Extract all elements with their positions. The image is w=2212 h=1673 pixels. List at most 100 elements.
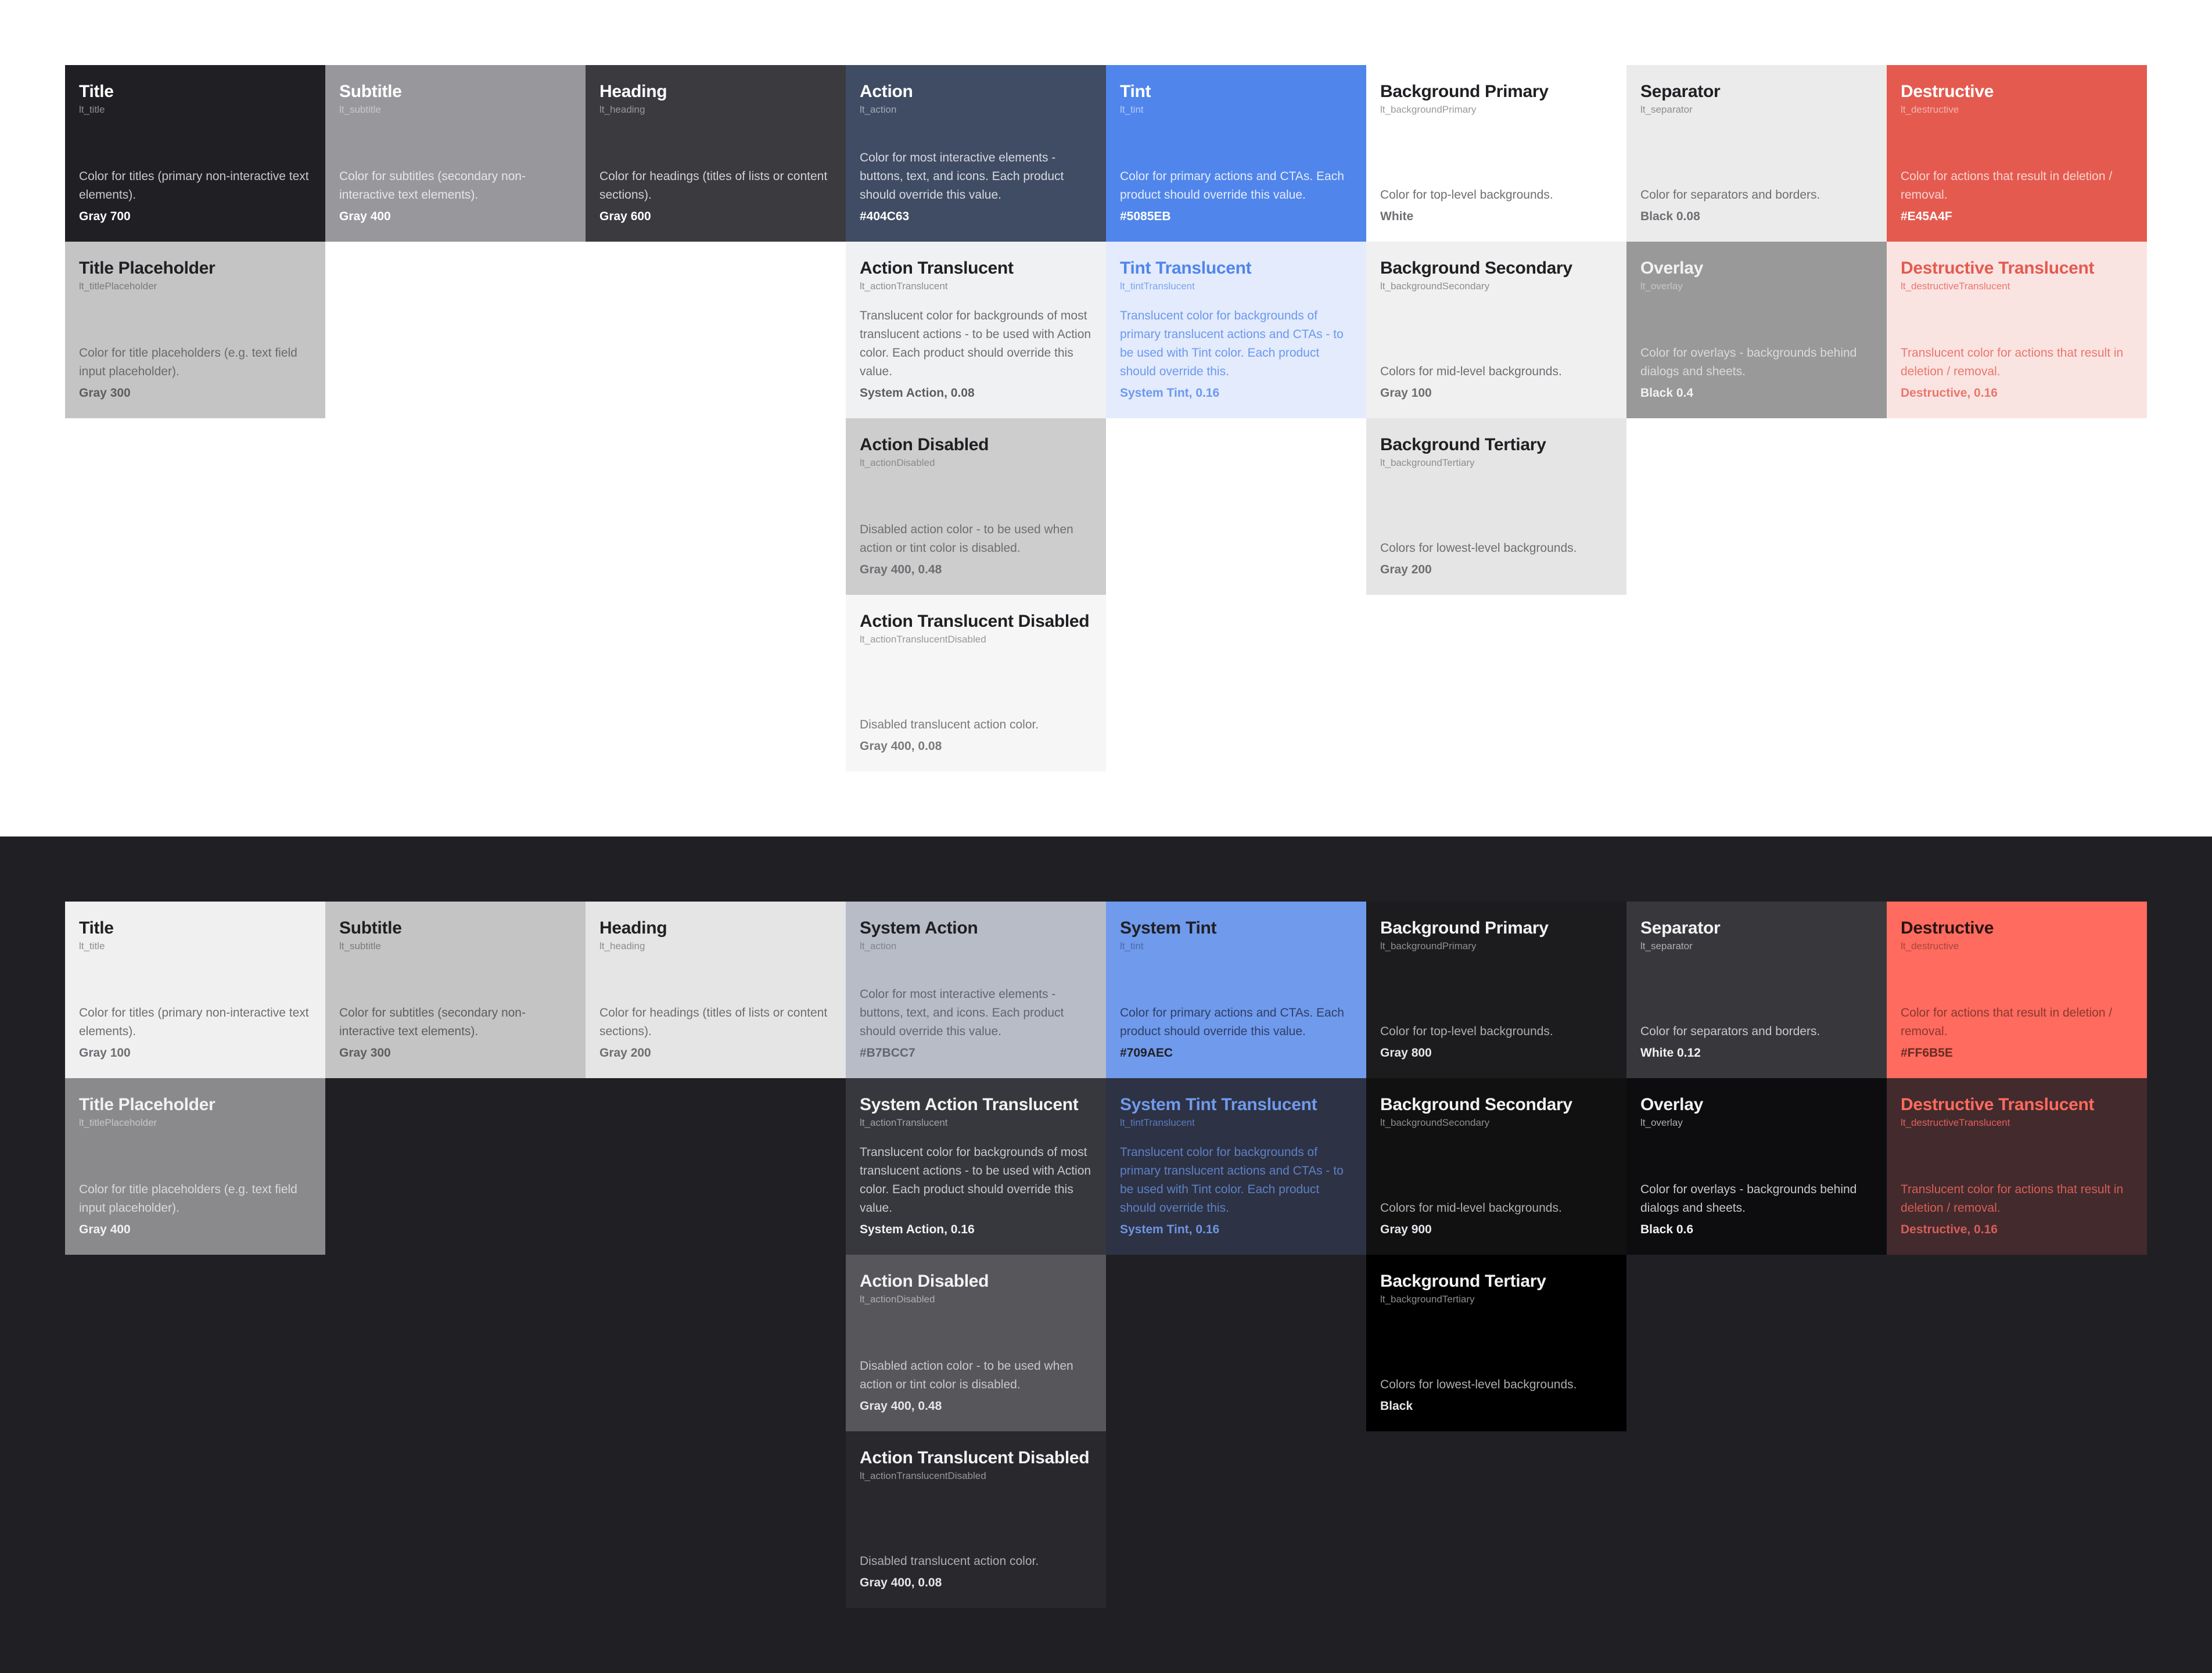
swatch-description: Color for headings (titles of lists or c… [599,1006,828,1038]
swatch-value: Gray 100 [1380,386,1432,400]
swatch-name: Separator [1640,82,1721,101]
swatch-name: Separator [1640,918,1721,938]
swatch-name: Overlay [1640,259,1703,278]
color-swatch-action-disabled: Action Disabled lt_actionDisabled Disabl… [846,418,1106,595]
color-swatch-heading: Heading lt_heading Color for headings (t… [586,902,846,1078]
swatch-spacer [599,116,832,167]
swatch-description: Colors for mid-level backgrounds. [1380,365,1562,378]
swatch-spacer [860,646,1092,716]
swatch-name: Destructive [1901,918,1994,938]
swatch-token-name: lt_backgroundTertiary [1380,1294,1475,1305]
swatch-description: Translucent color for actions that resul… [1901,1183,2124,1215]
swatch-value: Black [1380,1399,1413,1413]
swatch-spacer [79,293,311,344]
swatch-spacer [1380,953,1613,1022]
color-swatch-action-translucent-disabled: Action Translucent Disabled lt_actionTra… [846,595,1106,771]
swatch-description: Color for overlays - backgrounds behind … [1640,346,1857,378]
swatch-token-name: lt_actionTranslucentDisabled [860,634,986,645]
swatch-value: Gray 400 [339,210,391,223]
swatch-spacer [860,469,1092,520]
swatch-name: Tint Translucent [1120,259,1252,278]
swatch-spacer [1120,1129,1352,1143]
swatch-token-name: lt_subtitle [339,104,381,115]
swatch-name: Title Placeholder [79,1095,216,1114]
swatch-spacer [1640,953,1873,1022]
swatch-description: Disabled translucent action color. [860,1554,1039,1568]
swatch-value: Gray 200 [1380,563,1432,576]
swatch-name: Action Disabled [860,435,989,454]
swatch-value: Gray 800 [1380,1046,1432,1060]
swatch-name: Background Tertiary [1380,435,1546,454]
light-theme-section: Title lt_title Color for titles (primary… [0,0,2212,836]
swatch-token-name: lt_destructive [1901,940,1959,952]
swatch-description: Color for subtitles (secondary non-inter… [339,1006,526,1038]
color-swatch-destructive: Destructive lt_destructive Color for act… [1887,65,2147,242]
swatch-token-name: lt_action [860,940,897,952]
swatch-spacer [1901,293,2133,344]
swatch-value: Gray 400, 0.48 [860,563,942,576]
swatch-value: Black 0.08 [1640,210,1700,223]
swatch-value: Gray 300 [339,1046,391,1060]
swatch-name: System Tint Translucent [1120,1095,1317,1114]
color-swatch-heading: Heading lt_heading Color for headings (t… [586,65,846,242]
color-swatch-overlay: Overlay lt_overlay Color for overlays - … [1626,242,1887,418]
swatch-value: Gray 400, 0.08 [860,739,942,753]
color-swatch-background-primary: Background Primary lt_backgroundPrimary … [1366,65,1626,242]
swatch-spacer [1640,293,1873,344]
swatch-value: #E45A4F [1901,210,1952,223]
swatch-description: Translucent color for backgrounds of mos… [860,1146,1091,1215]
swatch-token-name: lt_overlay [1640,281,1683,292]
swatch-spacer [79,116,311,167]
swatch-spacer [1380,293,1613,362]
swatch-token-name: lt_destructive [1901,104,1959,115]
swatch-spacer [1901,953,2133,1004]
swatch-token-name: lt_action [860,104,897,115]
swatch-description: Color for titles (primary non-interactiv… [79,1006,309,1038]
swatch-spacer [860,1482,1092,1552]
swatch-token-name: lt_separator [1640,104,1693,115]
color-swatch-action: Action lt_action Color for most interact… [846,65,1106,242]
color-swatch-subtitle: Subtitle lt_subtitle Color for subtitles… [325,902,586,1078]
swatch-name: Title [79,82,114,101]
swatch-value: Gray 200 [599,1046,651,1060]
color-swatch-title: Title lt_title Color for titles (primary… [65,65,325,242]
swatch-spacer [1901,1129,2133,1180]
swatch-name: Subtitle [339,918,402,938]
swatch-description: Color for most interactive elements - bu… [860,988,1064,1038]
color-swatch-action-translucent: Action Translucent lt_actionTranslucent … [846,242,1106,418]
swatch-spacer [1640,1129,1873,1180]
swatch-token-name: lt_actionDisabled [860,1294,935,1305]
swatch-description: Translucent color for backgrounds of pri… [1120,1146,1344,1215]
swatch-value: System Action, 0.08 [860,386,975,400]
swatch-value: White [1380,210,1414,223]
swatch-description: Colors for lowest-level backgrounds. [1380,541,1577,555]
swatch-value: Black 0.4 [1640,386,1694,400]
swatch-description: Disabled action color - to be used when … [860,1359,1073,1391]
swatch-value: Gray 600 [599,210,651,223]
swatch-description: Color for top-level backgrounds. [1380,1025,1553,1038]
swatch-name: Action [860,82,913,101]
swatch-spacer [1380,116,1613,186]
swatch-token-name: lt_backgroundSecondary [1380,281,1490,292]
swatch-token-name: lt_title [79,940,105,952]
color-swatch-action-disabled: Action Disabled lt_actionDisabled Disabl… [846,1255,1106,1431]
swatch-token-name: lt_heading [599,940,645,952]
swatch-name: Destructive Translucent [1901,259,2095,278]
swatch-value: Gray 400, 0.08 [860,1576,942,1589]
swatch-description: Colors for lowest-level backgrounds. [1380,1378,1577,1391]
swatch-description: Translucent color for backgrounds of mos… [860,309,1091,378]
swatch-spacer [1380,469,1613,539]
swatch-token-name: lt_backgroundSecondary [1380,1117,1490,1128]
swatch-value: #FF6B5E [1901,1046,1953,1060]
color-swatch-tint-translucent: Tint Translucent lt_tintTranslucent Tran… [1106,242,1366,418]
swatch-name: Background Tertiary [1380,1272,1546,1291]
swatch-value: #B7BCC7 [860,1046,915,1060]
swatch-spacer [1120,953,1352,1004]
swatch-name: Subtitle [339,82,402,101]
swatch-token-name: lt_backgroundPrimary [1380,104,1477,115]
swatch-value: #404C63 [860,210,910,223]
swatch-name: Action Translucent [860,259,1014,278]
swatch-name: System Action [860,918,978,938]
swatch-token-name: lt_overlay [1640,1117,1683,1128]
swatch-spacer [860,293,1092,307]
